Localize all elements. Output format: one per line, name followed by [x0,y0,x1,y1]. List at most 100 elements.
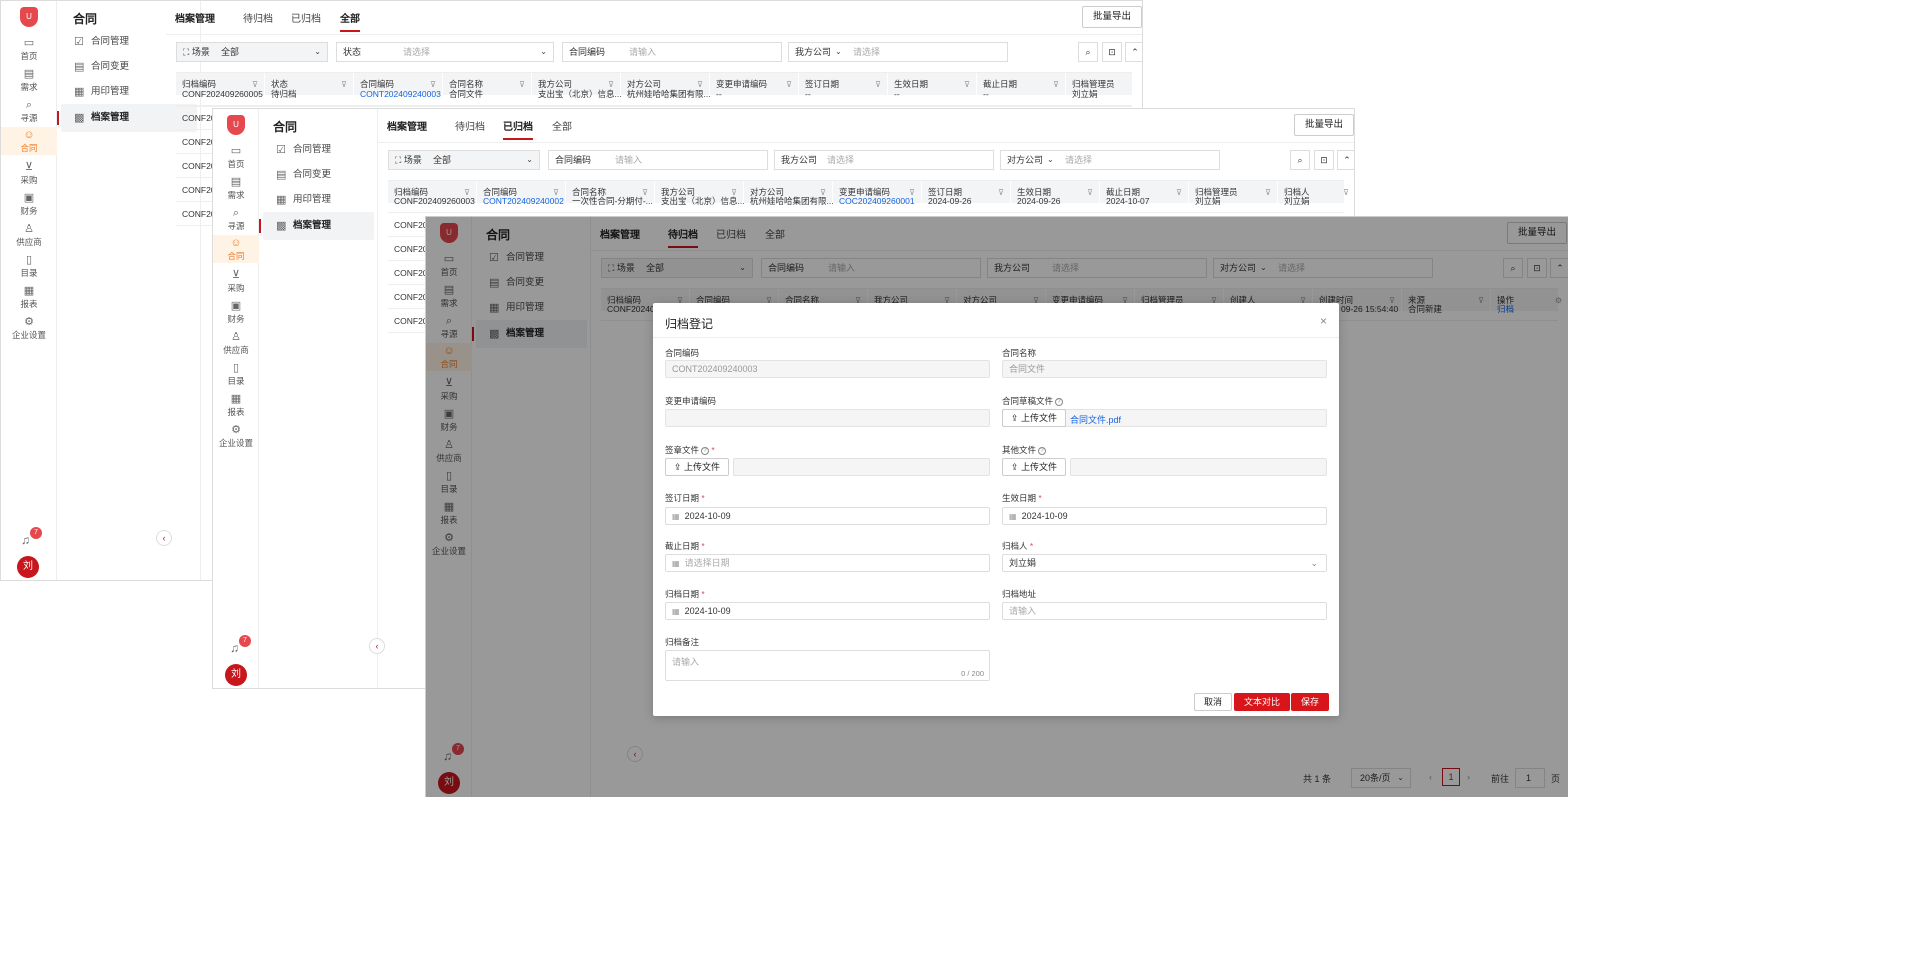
tab-all[interactable]: 全部 [552,118,572,133]
nav-settings[interactable]: ⚙ 企业设置 [213,424,259,449]
nav-label: 财务 [20,206,38,216]
help-icon[interactable]: ? [1055,397,1064,406]
nav-label: 企业设置 [218,438,253,448]
calendar-icon: ▦ [672,512,680,521]
save-button[interactable]: 保存 [1291,693,1330,711]
side-item-contract-mgmt[interactable]: ☑ 合同管理 [263,136,374,164]
nav-home[interactable]: ▭ 首页 [213,145,259,170]
signed-upload-button[interactable]: ⇪ 上传文件 [665,458,730,476]
our-company-label: 我方公司 [781,155,818,165]
nav-catalog[interactable]: ▯ 目录 [1,254,57,279]
remark-textarea[interactable]: 请输入 0 / 200 [665,650,990,681]
cell: CONF202 [182,185,216,195]
side-item-contract-change[interactable]: ▤ 合同变更 [263,161,374,189]
contract-code-link[interactable]: CONT202409240003 [354,82,443,106]
avatar[interactable]: 刘 [17,556,39,578]
nav-finance[interactable]: ▣ 财务 [1,192,57,217]
sign-date-label-text: 签订日期 [665,493,700,503]
search-button[interactable]: ⌕ [1290,150,1310,170]
status-filter[interactable]: 状态 请选择 ⌄ [336,42,554,62]
counter-company-placeholder: 请选择 [1065,155,1093,165]
our-company-filter[interactable]: 我方公司 ⌄ 请选择 [788,42,1008,62]
contract-code-link[interactable]: CONT202409240002 [477,189,566,213]
tab-archived[interactable]: 已归档 [291,10,321,25]
tab-archived[interactable]: 已归档 [503,118,533,140]
tab-pending[interactable]: 待归档 [243,10,273,25]
search-button[interactable]: ⌕ [1078,42,1098,62]
nav-finance[interactable]: ▣ 财务 [213,300,259,325]
batch-export-button[interactable]: 批量导出 [1294,114,1354,136]
counter-company-filter[interactable]: 对方公司 ⌄ 请选择 [1000,150,1220,170]
table-row[interactable]: CONF202409260003 CONT202409240002 一次性合同-… [388,189,1344,213]
tab-archive-mgmt[interactable]: 档案管理 [387,118,427,133]
basket-icon: ⊡ [1108,47,1116,57]
tab-all[interactable]: 全部 [340,10,360,32]
tab-archive-mgmt[interactable]: 档案管理 [175,10,215,25]
draft-upload-button[interactable]: ⇪ 上传文件 [1002,409,1067,427]
nav-sourcing[interactable]: ⌕ 寻源 [1,99,57,124]
contract-code-filter[interactable]: 合同编码 请输入 [548,150,768,170]
archive-date-label-text: 归档日期 [665,589,700,599]
bell-icon[interactable]: ♫ 7 [21,527,42,547]
archiver-label-text: 归档人 [1002,541,1028,551]
side-item-archive-mgmt[interactable]: ▩ 档案管理 [259,212,374,240]
our-company-filter[interactable]: 我方公司 请选择 [774,150,994,170]
nav-catalog[interactable]: ▯ 目录 [213,362,259,387]
close-icon[interactable]: × [1320,314,1327,328]
doc-icon: ☑ [276,144,286,156]
cell: 刘立娟 [1284,196,1310,206]
help-icon[interactable]: ? [1038,446,1047,455]
other-upload-button[interactable]: ⇪ 上传文件 [1002,458,1067,476]
clear-button[interactable]: ⊡ [1314,150,1334,170]
nav-report[interactable]: ▦ 报表 [213,393,259,418]
archiver-select[interactable]: 刘立娟 ⌄ [1002,554,1327,572]
effective-date-picker[interactable]: ▦ 2024-10-09 [1002,507,1327,525]
avatar[interactable]: 刘 [225,664,247,686]
required-mark: * [711,445,715,455]
scene-icon: ⛶ [395,155,404,165]
nav-supplier[interactable]: ♙ 供应商 [1,223,57,248]
contract-code-filter[interactable]: 合同编码 请输入 [562,42,782,62]
nav-sourcing[interactable]: ⌕ 寻源 [213,207,259,232]
nav-contract[interactable]: ☺ 合同 [1,127,57,155]
sign-date-picker[interactable]: ▦ 2024-10-09 [665,507,990,525]
nav-settings[interactable]: ⚙ 企业设置 [1,316,57,341]
cell: -- [716,89,722,99]
monitor-icon: ▭ [230,145,242,157]
tab-pending[interactable]: 待归档 [455,118,485,133]
side-item-seal-mgmt[interactable]: ▦ 用印管理 [263,186,374,214]
nav-supplier[interactable]: ♙ 供应商 [213,331,259,356]
archive-addr-input[interactable]: 请输入 [1002,602,1327,620]
scene-select[interactable]: ⛶ 场景 全部 ⌄ [388,150,540,170]
table-row[interactable]: CONF202409260005 待归档 CONT202409240003 合同… [176,82,1132,106]
nav-report[interactable]: ▦ 报表 [1,285,57,310]
effective-date-label-text: 生效日期 [1002,493,1037,503]
bell-icon[interactable]: ♫ 7 [230,635,251,655]
batch-export-button[interactable]: 批量导出 [1082,6,1142,28]
end-date-label-text: 截止日期 [665,541,700,551]
nav-home[interactable]: ▭ 首页 [1,37,57,62]
contract-code-placeholder: 请输入 [629,47,657,57]
text-compare-button[interactable]: 文本对比 [1234,693,1291,711]
remark-counter: 0 / 200 [961,669,984,678]
end-date-picker[interactable]: ▦ 请选择日期 [665,554,990,572]
help-icon[interactable]: ? [701,446,710,455]
archive-grid-icon: ▩ [276,220,287,232]
clear-button[interactable]: ⊡ [1102,42,1122,62]
change-code-link[interactable]: COC202409260001 [833,189,922,213]
collapse-filter-button[interactable]: ⌃ [1337,150,1354,170]
nav-purchase[interactable]: ⊻ 采购 [213,269,259,294]
nav-demand[interactable]: ▤ 需求 [1,68,57,93]
nav-demand[interactable]: ▤ 需求 [213,176,259,201]
collapse-filter-button[interactable]: ⌃ [1125,42,1142,62]
archive-date-picker[interactable]: ▦ 2024-10-09 [665,602,990,620]
required-mark: * [701,541,705,551]
archive-register-dialog: 归档登记 × 合同编码 CONT202409240003 合同名称 合同文件 变… [653,303,1339,716]
draft-file-label-text: 合同草稿文件 [1002,396,1054,406]
nav-purchase[interactable]: ⊻ 采购 [1,161,57,186]
draft-file-link[interactable]: 合同文件.pdf [1070,413,1121,426]
scene-select[interactable]: ⛶ 场景 全部 ⌄ [176,42,328,62]
nav-contract[interactable]: ☺ 合同 [213,235,259,263]
cancel-button[interactable]: 取消 [1194,693,1233,711]
nav-label: 合同 [20,143,38,153]
